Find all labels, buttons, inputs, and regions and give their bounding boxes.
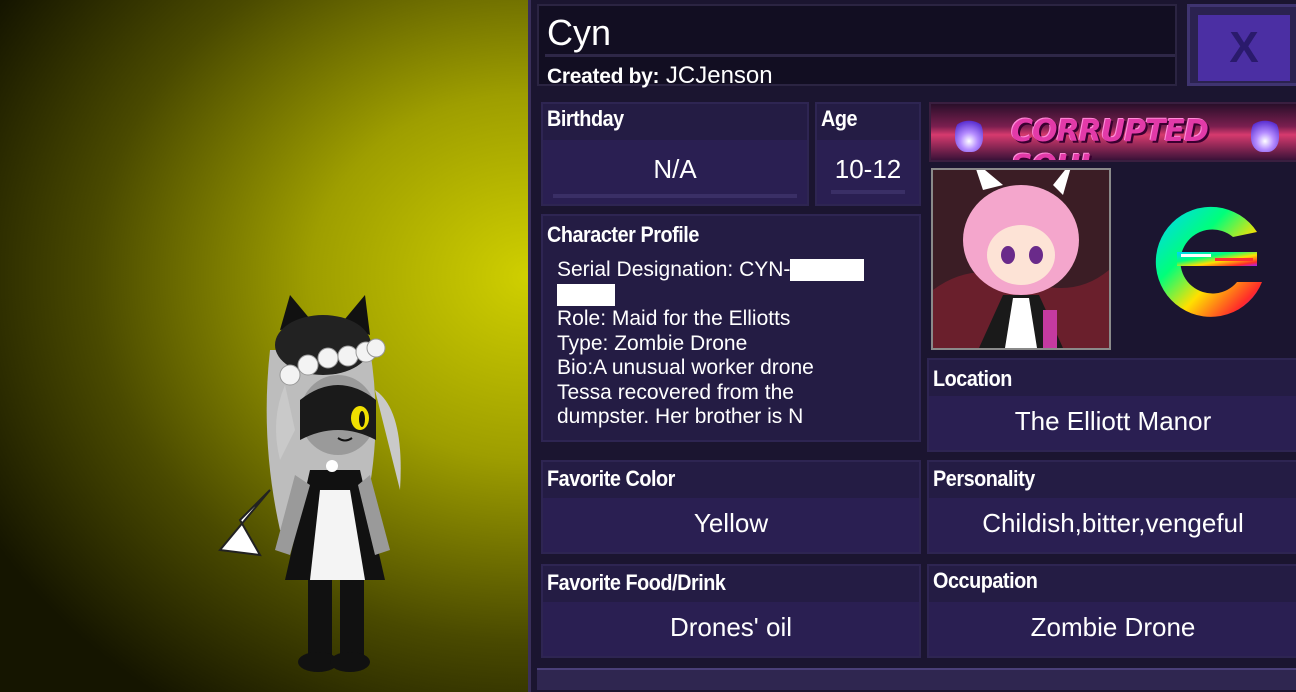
avatar-art (933, 170, 1109, 348)
flame-icon (1251, 116, 1279, 152)
close-icon[interactable]: X (1198, 15, 1290, 81)
profile-line: dumpster. Her brother is N (557, 405, 804, 428)
profile-line: Bio:A unusual worker drone (557, 356, 814, 379)
corrupted-soul-banner: CORRUPTED SOUL (929, 102, 1296, 162)
profile-line: Role: Maid for the Elliotts (557, 307, 791, 330)
character-figure (218, 295, 401, 672)
profile-text: Serial Designation: CYN- Role: Maid for … (557, 258, 907, 430)
creator-name: JCJenson (665, 62, 773, 89)
favorite-color-value-area: Yellow (543, 498, 919, 552)
logo-icon (1155, 206, 1262, 317)
occupation-value-area: Zombie Drone (929, 602, 1296, 656)
character-info-panel: Cyn Created by: JCJenson X Birthday N/A … (528, 0, 1296, 692)
profile-line: Serial Designation: CYN- (557, 258, 907, 283)
age-field: Age 10-12 (815, 102, 921, 206)
profile-line: Type: Zombie Drone (557, 331, 748, 355)
creator-line: Created by: JCJenson (547, 62, 773, 90)
close-button[interactable]: X (1187, 4, 1296, 86)
favorite-food-field: Favorite Food/Drink Drones' oil (541, 564, 921, 658)
divider (553, 194, 797, 198)
location-value-area: The Elliott Manor (929, 396, 1296, 450)
birthday-label: Birthday (547, 106, 624, 131)
occupation-field: Occupation Zombie Drone (927, 564, 1296, 658)
location-label: Location (933, 366, 1012, 391)
personality-value-area: Childish,bitter,vengeful (929, 498, 1296, 552)
created-by-label: Created by: (547, 65, 660, 88)
birthday-value: N/A (653, 154, 697, 184)
occupation-label: Occupation (933, 568, 1038, 593)
divider (545, 54, 1175, 57)
redaction (557, 283, 615, 306)
character-name: Cyn (547, 12, 612, 53)
birthday-field: Birthday N/A (541, 102, 809, 206)
age-label: Age (821, 106, 858, 131)
favorite-food-value: Drones' oil (669, 612, 792, 642)
personality-field: Personality Childish,bitter,vengeful (927, 460, 1296, 554)
flame-icon (955, 116, 983, 152)
character-profile-field: Character Profile Serial Designation: CY… (541, 214, 921, 442)
profile-line: Tessa recovered from the (557, 380, 794, 404)
favorite-food-value-area: Drones' oil (543, 602, 919, 656)
divider (831, 190, 905, 194)
profile-label: Character Profile (547, 222, 699, 247)
favorite-color-field: Favorite Color Yellow (541, 460, 921, 554)
avatar-image (931, 168, 1111, 350)
favorite-color-value: Yellow (693, 508, 769, 538)
age-value-area: 10-12 (817, 140, 919, 204)
favorite-color-label: Favorite Color (547, 466, 675, 491)
location-value: The Elliott Manor (1014, 406, 1212, 436)
redaction (790, 259, 865, 282)
location-field: Location The Elliott Manor (927, 358, 1296, 452)
personality-label: Personality (933, 466, 1035, 491)
profile-line (557, 283, 907, 308)
panel-footer (537, 668, 1296, 690)
age-value: 10-12 (834, 154, 902, 184)
occupation-value: Zombie Drone (1030, 612, 1196, 642)
character-stage (0, 0, 528, 692)
personality-value: Childish,bitter,vengeful (982, 508, 1244, 538)
character-header: Cyn Created by: JCJenson (537, 4, 1177, 89)
birthday-value-area: N/A (543, 140, 807, 204)
favorite-food-label: Favorite Food/Drink (547, 570, 726, 595)
